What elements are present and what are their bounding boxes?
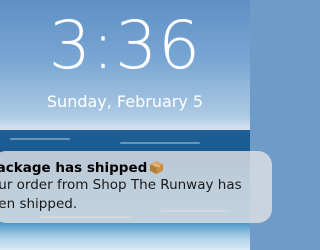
wave-line	[120, 142, 200, 144]
notification-body: our order from Shop The Runway has een s…	[0, 177, 242, 212]
wave-line	[10, 138, 70, 140]
wallpaper-foam	[0, 222, 250, 250]
notification-title: package has shipped	[0, 160, 148, 176]
package-icon	[149, 160, 164, 175]
lock-screen-time: 3:36	[48, 7, 202, 84]
lock-screen-date: Sunday, February 5	[46, 92, 204, 111]
